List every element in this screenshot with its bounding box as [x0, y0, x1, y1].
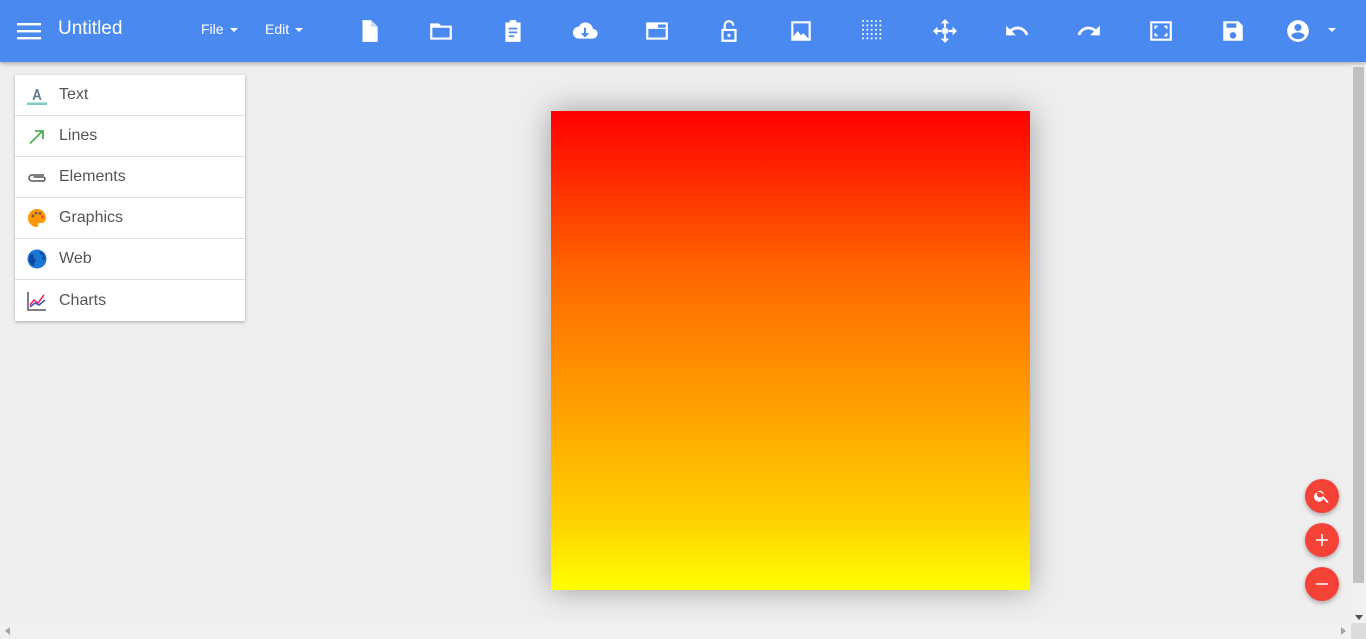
- palette-icon: [15, 198, 59, 239]
- sidebar-item-graphics[interactable]: Graphics: [15, 198, 245, 239]
- account-dropdown-icon[interactable]: [1328, 28, 1336, 32]
- undo-button[interactable]: [999, 13, 1035, 49]
- artboard-gradient[interactable]: [551, 111, 1030, 590]
- open-folder-icon: [430, 23, 452, 40]
- text-icon: [15, 75, 59, 116]
- redo-button[interactable]: [1071, 13, 1107, 49]
- sidebar-item-label: Graphics: [59, 209, 124, 226]
- grid-button[interactable]: [855, 13, 891, 49]
- image-icon: [791, 21, 811, 41]
- cloud-download-icon: [572, 22, 598, 39]
- account-button[interactable]: [1280, 13, 1316, 49]
- unlock-icon: [721, 20, 737, 42]
- sidebar-item-charts[interactable]: Charts: [15, 280, 245, 321]
- scroll-left-arrow-icon[interactable]: [5, 627, 10, 635]
- window-icon: [646, 22, 668, 40]
- search-icon: [1314, 490, 1329, 504]
- sidebar-item-label: Text: [59, 86, 89, 103]
- file-menu-label: File: [201, 21, 224, 37]
- scroll-down-arrow-icon[interactable]: [1355, 615, 1363, 620]
- clipboard-icon: [505, 20, 521, 42]
- caret-down-icon: [295, 28, 304, 32]
- globe-icon: [15, 239, 59, 280]
- vertical-scroll-thumb[interactable]: [1353, 67, 1364, 583]
- sidebar-item-label: Charts: [59, 291, 107, 309]
- save-icon: [1223, 21, 1243, 41]
- scrollbar-corner: [1351, 623, 1366, 639]
- zoom-out-icon: [1316, 583, 1328, 585]
- undo-icon: [1006, 25, 1029, 36]
- elements-panel: Text Lines Elements Graphics Web Charts: [15, 75, 245, 321]
- move-button[interactable]: [927, 13, 963, 49]
- save-button[interactable]: [1215, 13, 1251, 49]
- vertical-scrollbar[interactable]: [1351, 62, 1366, 623]
- redo-icon: [1077, 25, 1100, 36]
- image-button[interactable]: [783, 13, 819, 49]
- sidebar-item-label: Web: [59, 250, 92, 267]
- fit-screen-icon: [1150, 21, 1172, 41]
- new-file-icon: [362, 20, 378, 42]
- search-button[interactable]: [1305, 479, 1339, 513]
- zoom-in-icon: [1316, 534, 1328, 546]
- fit-screen-button[interactable]: [1143, 13, 1179, 49]
- hamburger-menu-button[interactable]: [13, 17, 45, 45]
- app-header: Untitled File Edit: [0, 0, 1366, 62]
- unlock-button[interactable]: [711, 13, 747, 49]
- move-icon: [933, 19, 957, 43]
- cloud-download-button[interactable]: [567, 13, 603, 49]
- clipboard-button[interactable]: [495, 13, 531, 49]
- edit-menu-label: Edit: [265, 21, 290, 37]
- horizontal-scrollbar[interactable]: [0, 623, 1351, 639]
- zoom-out-button[interactable]: [1305, 567, 1339, 601]
- chart-icon: [15, 280, 59, 321]
- paperclip-icon: [15, 157, 59, 198]
- file-menu[interactable]: File: [201, 21, 238, 37]
- zoom-in-button[interactable]: [1305, 523, 1339, 557]
- window-button[interactable]: [639, 13, 675, 49]
- sidebar-item-elements[interactable]: Elements: [15, 157, 245, 198]
- open-folder-button[interactable]: [423, 13, 459, 49]
- sidebar-item-label: Lines: [59, 127, 98, 144]
- sidebar-item-web[interactable]: Web: [15, 239, 245, 280]
- sidebar-item-text[interactable]: Text: [15, 75, 245, 116]
- scroll-right-arrow-icon[interactable]: [1341, 627, 1346, 635]
- caret-down-icon: [229, 28, 238, 32]
- sidebar-item-label: Elements: [59, 168, 126, 185]
- account-icon: [1287, 20, 1309, 42]
- grid-icon: [862, 20, 882, 40]
- document-title[interactable]: Untitled: [58, 18, 122, 40]
- edit-menu[interactable]: Edit: [265, 21, 304, 37]
- menu-icon: [17, 23, 41, 40]
- arrow-line-icon: [15, 116, 59, 157]
- sidebar-item-lines[interactable]: Lines: [15, 116, 245, 157]
- new-file-button[interactable]: [351, 13, 387, 49]
